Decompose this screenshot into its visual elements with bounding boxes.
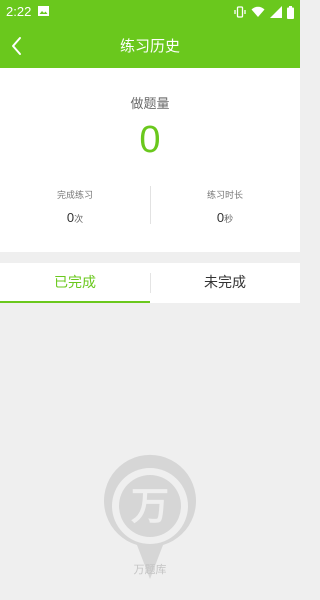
- stat-unit: 秒: [224, 215, 234, 225]
- question-count-label: 做题量: [130, 97, 170, 112]
- wifi-icon: [251, 6, 265, 17]
- empty-state: 万 万题库: [0, 303, 300, 600]
- status-bar: 2:22: [0, 0, 300, 24]
- status-time: 2:22: [6, 4, 32, 19]
- stat-label: 练习时长: [206, 191, 243, 201]
- stat-label: 完成练习: [56, 191, 93, 201]
- tab-bar: 已完成 未完成: [0, 263, 300, 303]
- image-icon: [38, 6, 49, 16]
- stat-unit: 次: [74, 215, 84, 225]
- empty-state-text: 万题库: [133, 563, 167, 576]
- app-bar: 练习历史: [0, 24, 300, 68]
- signal-icon: [270, 6, 282, 18]
- tab-incomplete[interactable]: 未完成: [150, 263, 300, 303]
- summary-card: 做题量 0 完成练习 0次 练习时长 0秒: [0, 68, 300, 252]
- question-count-value: 0: [139, 119, 161, 161]
- page-title: 练习历史: [119, 37, 180, 55]
- completed-practice-stat: 完成练习 0次: [0, 188, 150, 225]
- vibrate-icon: [234, 6, 246, 18]
- stat-value: 0次: [0, 210, 150, 225]
- logo-character: 万: [131, 484, 169, 528]
- battery-icon: [287, 5, 294, 19]
- tab-completed[interactable]: 已完成: [0, 263, 150, 303]
- practice-duration-stat: 练习时长 0秒: [150, 188, 300, 225]
- stat-value: 0秒: [150, 210, 300, 225]
